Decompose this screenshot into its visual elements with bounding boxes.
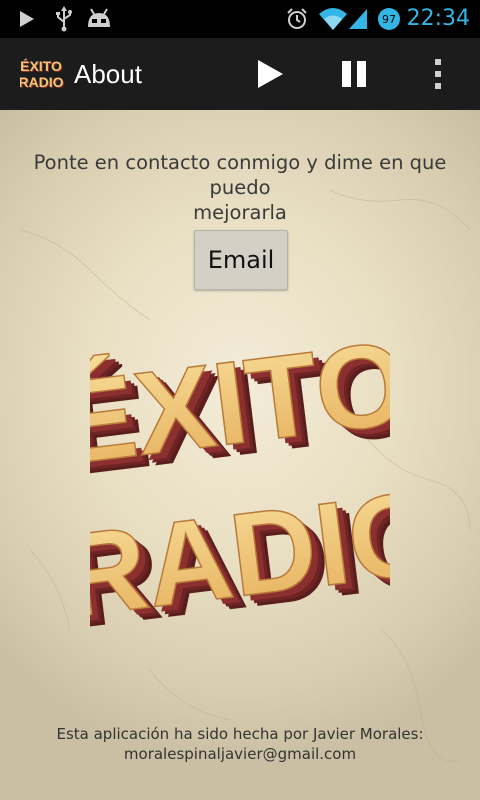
author-credit-line: Esta aplicación ha sido hecha por Javier… — [56, 725, 424, 743]
usb-icon — [52, 0, 76, 38]
page-title: About — [74, 59, 142, 89]
about-content: Ponte en contacto conmigo y dime en que … — [0, 110, 480, 800]
status-bar: 97 22:34 — [0, 0, 480, 38]
signal-icon — [346, 0, 370, 38]
contact-message: Ponte en contacto conmigo y dime en que … — [0, 150, 480, 225]
android-icon — [84, 0, 114, 38]
play-icon — [258, 60, 283, 88]
logo-word-exito: ÉXITO ÉXITO ÉXITO ÉXITO — [49, 316, 429, 501]
app-logo-icon[interactable]: ÉXITO ÉXITO RADIO RADIO — [18, 56, 64, 94]
action-bar: ÉXITO ÉXITO RADIO RADIO About — [0, 38, 480, 112]
pause-icon — [342, 61, 366, 87]
play-notification-icon — [14, 0, 40, 38]
email-button[interactable]: Email — [194, 230, 288, 290]
exito-radio-logo: ÉXITO ÉXITO ÉXITO ÉXITO RADIO RADIO RADI… — [49, 285, 461, 654]
contact-message-line1: Ponte en contacto conmigo y dime en que … — [33, 151, 447, 199]
battery-icon: 97 — [376, 0, 402, 38]
author-credit: Esta aplicación ha sido hecha por Javier… — [0, 724, 480, 764]
status-time: 22:34 — [406, 6, 470, 31]
battery-level: 97 — [382, 13, 396, 26]
logo-line1: ÉXITO — [20, 58, 62, 74]
overflow-menu-button[interactable] — [406, 38, 470, 110]
author-email: moralespinaljavier@gmail.com — [123, 745, 357, 763]
logo-line2: RADIO — [20, 74, 64, 90]
play-button[interactable] — [238, 38, 302, 110]
contact-message-line2: mejorarla — [193, 201, 287, 224]
alarm-icon — [284, 0, 310, 38]
pause-button[interactable] — [322, 38, 386, 110]
wifi-icon — [316, 0, 350, 38]
overflow-menu-icon — [435, 59, 441, 89]
